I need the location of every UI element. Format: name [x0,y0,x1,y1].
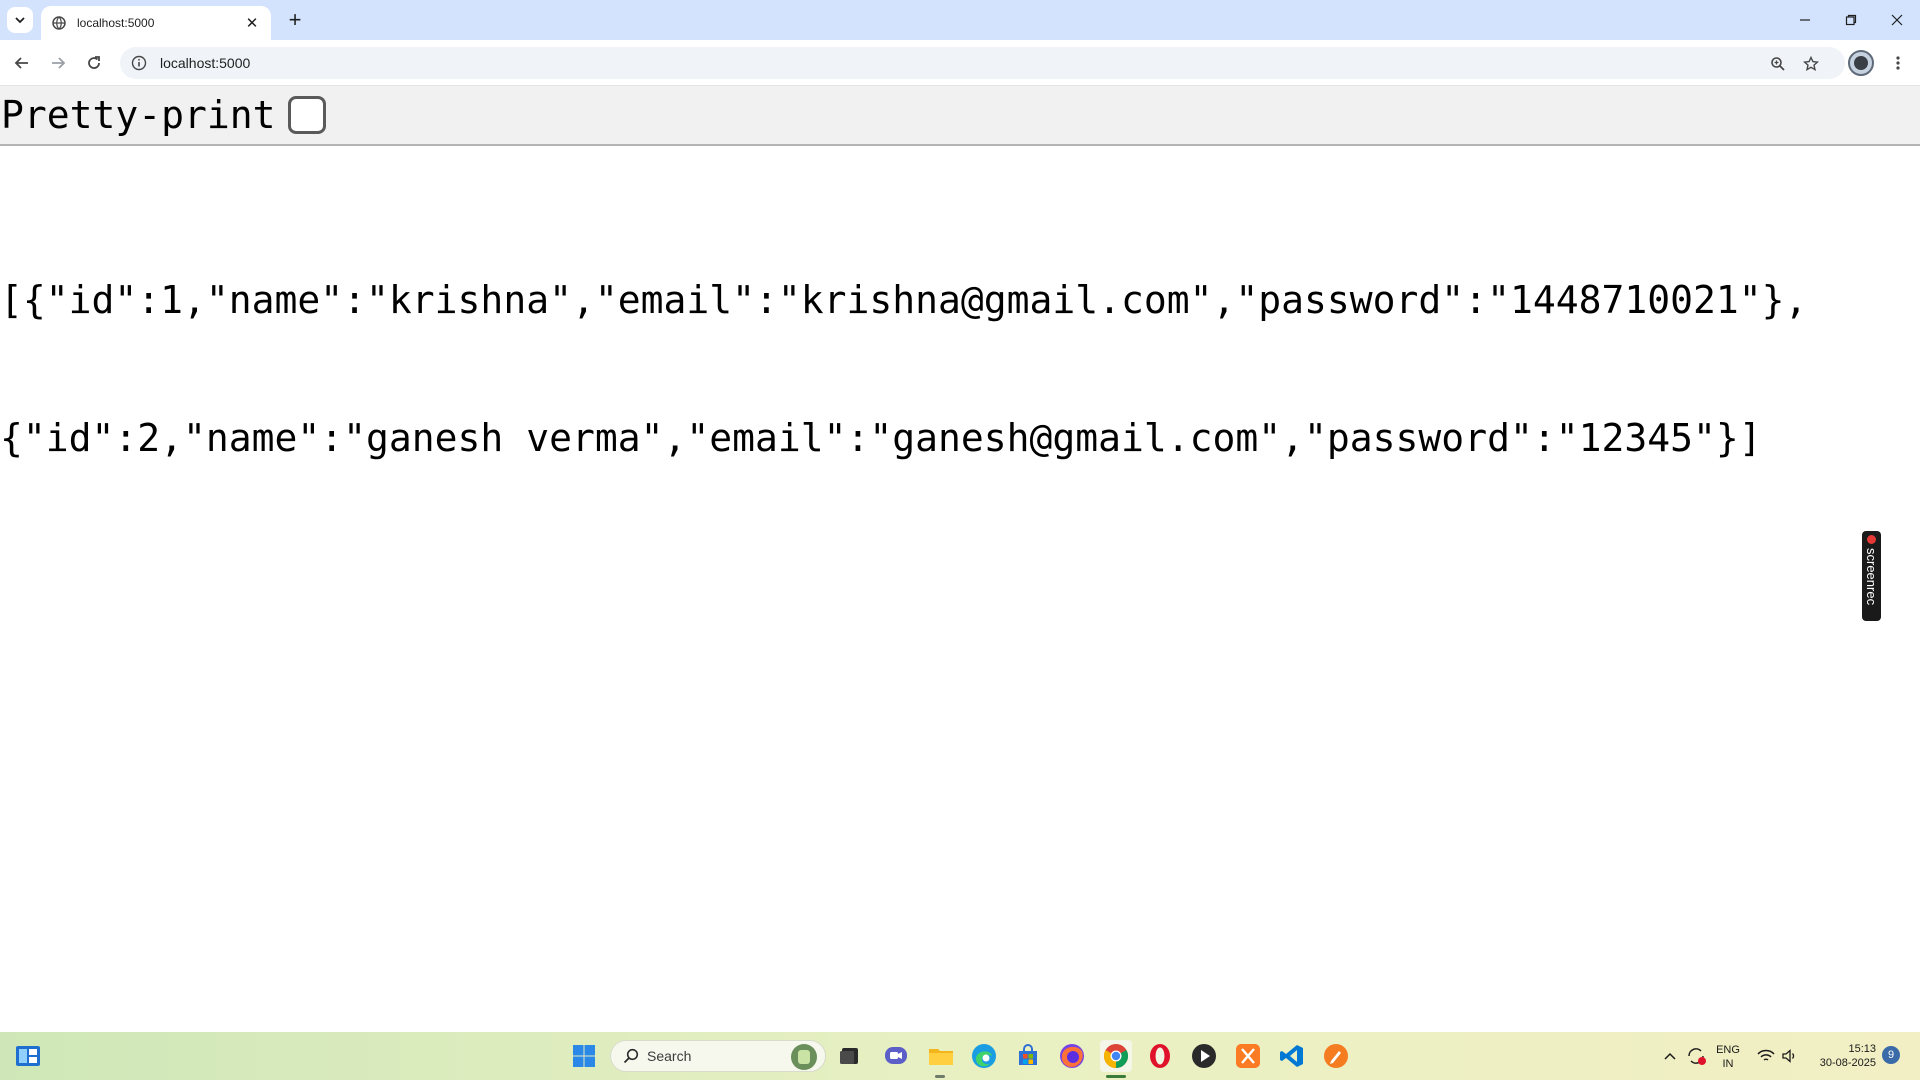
url-text[interactable]: localhost:5000 [160,55,1845,71]
address-bar[interactable]: localhost:5000 [120,47,1845,79]
reload-icon [88,56,100,69]
language-region: IN [1722,1058,1734,1070]
site-info-icon[interactable] [130,54,148,72]
record-icon [1867,535,1876,544]
clock[interactable]: 15:13 30-08-2025 [1806,1042,1876,1070]
minimize-button[interactable] [1782,0,1828,40]
windows-taskbar: Search ENG IN 15:13 30-08-2025 9 [0,1032,1920,1080]
arrow-right-icon [52,57,66,69]
search-icon [623,1048,639,1064]
search-label: Search [647,1048,692,1064]
sublime-pen-icon[interactable] [1320,1040,1352,1072]
sync-status-icon[interactable] [1680,1040,1712,1072]
tab-localhost[interactable]: localhost:5000 ✕ [41,6,271,40]
teams-chat-icon[interactable] [880,1040,912,1072]
tab-title: localhost:5000 [77,16,155,30]
menu-button[interactable] [1884,49,1912,77]
arrow-left-icon [14,57,28,69]
chrome-icon[interactable] [1100,1040,1132,1072]
close-tab-icon[interactable]: ✕ [243,14,261,32]
json-line-2: {"id":2,"name":"ganesh verma","email":"g… [0,416,1762,460]
pretty-print-label[interactable]: Pretty-print [1,93,276,137]
volume-icon[interactable] [1774,1040,1806,1072]
microsoft-store-icon[interactable] [1012,1040,1044,1072]
minimize-icon [1800,19,1810,21]
edge-browser-icon[interactable] [968,1040,1000,1072]
clock-date: 30-08-2025 [1819,1057,1876,1069]
notification-badge[interactable]: 9 [1882,1046,1900,1064]
more-vertical-icon [1896,56,1900,70]
forward-button[interactable] [44,49,72,77]
search-highlight-icon [791,1044,817,1070]
language-indicator[interactable]: ENG IN [1712,1043,1744,1071]
back-button[interactable] [8,49,36,77]
windows-logo-icon [573,1045,595,1067]
media-player-icon[interactable] [1188,1040,1220,1072]
screenrec-widget[interactable]: screenrec [1862,531,1881,621]
start-button[interactable] [568,1040,600,1072]
zoom-icon[interactable] [1767,53,1789,75]
clock-time: 15:13 [1848,1043,1876,1055]
screenrec-label: screenrec [1864,548,1879,606]
xampp-icon[interactable] [1232,1040,1264,1072]
profile-avatar[interactable] [1848,50,1874,76]
close-icon [1891,14,1903,26]
pretty-print-checkbox[interactable] [287,96,326,134]
chevron-down-icon [15,17,25,24]
json-line-1: [{"id":1,"name":"krishna","email":"krish… [0,278,1808,322]
reload-button[interactable] [80,49,108,77]
widgets-icon[interactable] [12,1040,44,1072]
file-explorer-icon[interactable] [925,1040,957,1072]
task-view-icon[interactable] [834,1040,866,1072]
browser-toolbar: localhost:5000 [0,40,1920,86]
restore-icon [1845,14,1857,26]
vscode-icon[interactable] [1276,1040,1308,1072]
bookmark-star-icon[interactable] [1800,53,1822,75]
json-content: [{"id":1,"name":"krishna","email":"krish… [0,185,1900,507]
taskbar-search[interactable]: Search [610,1040,826,1072]
language-code: ENG [1716,1044,1740,1056]
tab-search-button[interactable] [7,7,33,33]
firefox-icon[interactable] [1056,1040,1088,1072]
new-tab-button[interactable]: + [282,7,308,33]
restore-button[interactable] [1828,0,1874,40]
json-viewer-toolbar: Pretty-print [0,86,1920,146]
globe-icon [51,15,67,31]
opera-icon[interactable] [1144,1040,1176,1072]
tab-strip: localhost:5000 ✕ + [0,0,1920,40]
close-window-button[interactable] [1874,0,1920,40]
